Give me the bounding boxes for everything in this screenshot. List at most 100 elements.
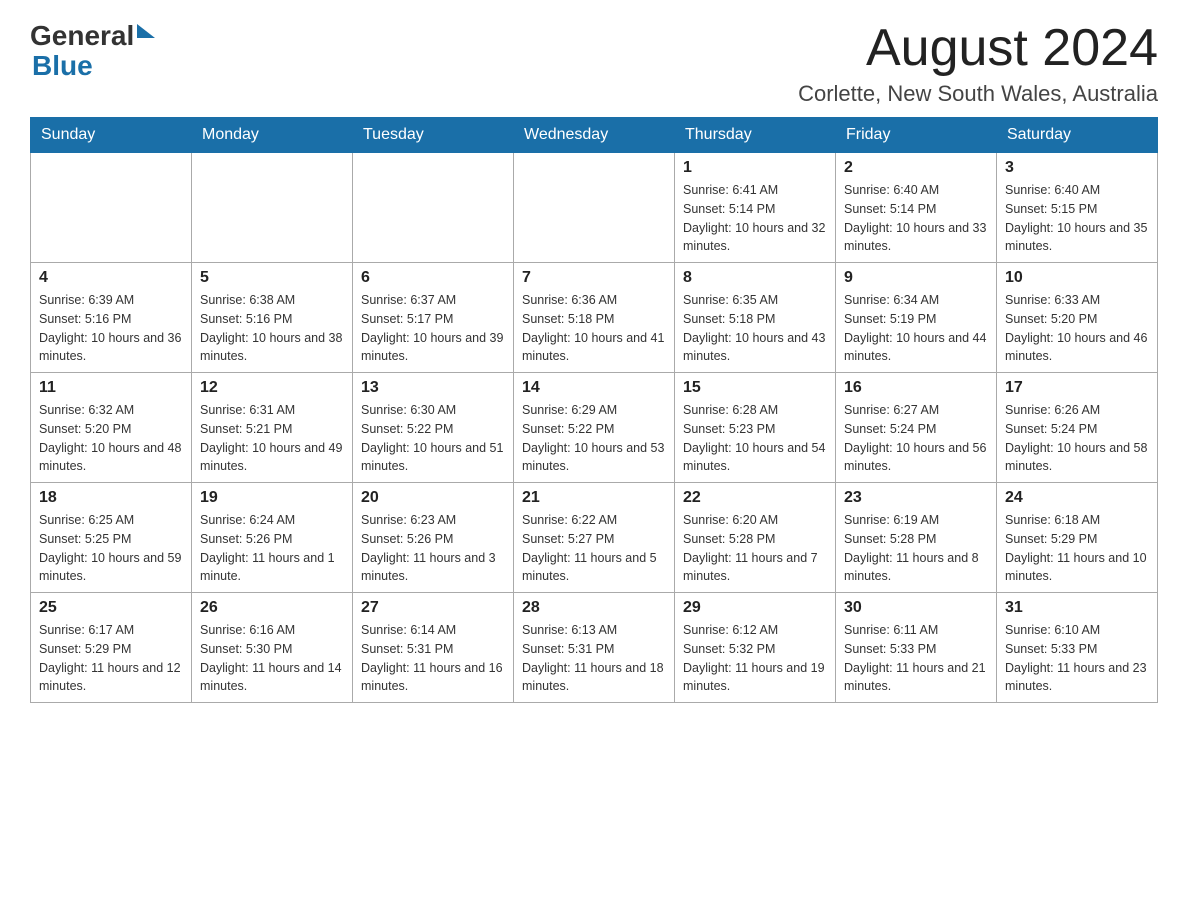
- calendar-cell: 13 Sunrise: 6:30 AMSunset: 5:22 PMDayligh…: [353, 373, 514, 483]
- day-number: 3: [1005, 159, 1149, 177]
- day-info: Sunrise: 6:29 AMSunset: 5:22 PMDaylight:…: [522, 401, 666, 476]
- day-info: Sunrise: 6:13 AMSunset: 5:31 PMDaylight:…: [522, 621, 666, 696]
- day-number: 16: [844, 379, 988, 397]
- day-number: 26: [200, 599, 344, 617]
- calendar-cell: [192, 153, 353, 263]
- day-info: Sunrise: 6:41 AMSunset: 5:14 PMDaylight:…: [683, 181, 827, 256]
- day-number: 6: [361, 269, 505, 287]
- calendar-cell: [514, 153, 675, 263]
- day-number: 18: [39, 489, 183, 507]
- day-number: 31: [1005, 599, 1149, 617]
- day-number: 11: [39, 379, 183, 397]
- day-info: Sunrise: 6:34 AMSunset: 5:19 PMDaylight:…: [844, 291, 988, 366]
- calendar-cell: 7 Sunrise: 6:36 AMSunset: 5:18 PMDaylight…: [514, 263, 675, 373]
- calendar-cell: 11 Sunrise: 6:32 AMSunset: 5:20 PMDayligh…: [31, 373, 192, 483]
- weekday-header-monday: Monday: [192, 118, 353, 153]
- calendar-cell: 23Sunrise: 6:19 AMSunset: 5:28 PMDayligh…: [836, 483, 997, 593]
- title-block: August 2024 Corlette, New South Wales, A…: [798, 20, 1158, 107]
- day-number: 27: [361, 599, 505, 617]
- calendar-cell: 19 Sunrise: 6:24 AMSunset: 5:26 PMDayligh…: [192, 483, 353, 593]
- day-info: Sunrise: 6:39 AMSunset: 5:16 PMDaylight:…: [39, 291, 183, 366]
- day-info: Sunrise: 6:32 AMSunset: 5:20 PMDaylight:…: [39, 401, 183, 476]
- day-info: Sunrise: 6:37 AMSunset: 5:17 PMDaylight:…: [361, 291, 505, 366]
- day-info: Sunrise: 6:22 AMSunset: 5:27 PMDaylight:…: [522, 511, 666, 586]
- day-info: Sunrise: 6:33 AMSunset: 5:20 PMDaylight:…: [1005, 291, 1149, 366]
- day-info: Sunrise: 6:40 AMSunset: 5:14 PMDaylight:…: [844, 181, 988, 256]
- weekday-header-wednesday: Wednesday: [514, 118, 675, 153]
- day-number: 12: [200, 379, 344, 397]
- weekday-header-tuesday: Tuesday: [353, 118, 514, 153]
- day-info: Sunrise: 6:17 AMSunset: 5:29 PMDaylight:…: [39, 621, 183, 696]
- weekday-header-saturday: Saturday: [997, 118, 1158, 153]
- day-info: Sunrise: 6:19 AMSunset: 5:28 PMDaylight:…: [844, 511, 988, 586]
- calendar-cell: 20 Sunrise: 6:23 AMSunset: 5:26 PMDayligh…: [353, 483, 514, 593]
- calendar-cell: 26 Sunrise: 6:16 AMSunset: 5:30 PMDayligh…: [192, 593, 353, 703]
- day-info: Sunrise: 6:18 AMSunset: 5:29 PMDaylight:…: [1005, 511, 1149, 586]
- day-number: 1: [683, 159, 827, 177]
- day-number: 20: [361, 489, 505, 507]
- day-number: 29: [683, 599, 827, 617]
- logo-arrow-icon: [137, 24, 155, 38]
- day-number: 8: [683, 269, 827, 287]
- day-info: Sunrise: 6:35 AMSunset: 5:18 PMDaylight:…: [683, 291, 827, 366]
- calendar-cell: 31 Sunrise: 6:10 AMSunset: 5:33 PMDayligh…: [997, 593, 1158, 703]
- day-info: Sunrise: 6:25 AMSunset: 5:25 PMDaylight:…: [39, 511, 183, 586]
- calendar-cell: 16 Sunrise: 6:27 AMSunset: 5:24 PMDayligh…: [836, 373, 997, 483]
- day-number: 17: [1005, 379, 1149, 397]
- calendar-cell: 5Sunrise: 6:38 AMSunset: 5:16 PMDaylight…: [192, 263, 353, 373]
- calendar-cell: 30 Sunrise: 6:11 AMSunset: 5:33 PMDayligh…: [836, 593, 997, 703]
- calendar-cell: [31, 153, 192, 263]
- day-info: Sunrise: 6:38 AMSunset: 5:16 PMDaylight:…: [200, 291, 344, 366]
- calendar-cell: 9Sunrise: 6:34 AMSunset: 5:19 PMDaylight…: [836, 263, 997, 373]
- calendar-cell: [353, 153, 514, 263]
- day-info: Sunrise: 6:30 AMSunset: 5:22 PMDaylight:…: [361, 401, 505, 476]
- logo-blue-text: Blue: [32, 50, 93, 82]
- calendar-cell: 18 Sunrise: 6:25 AMSunset: 5:25 PMDayligh…: [31, 483, 192, 593]
- day-number: 19: [200, 489, 344, 507]
- day-number: 21: [522, 489, 666, 507]
- day-info: Sunrise: 6:16 AMSunset: 5:30 PMDaylight:…: [200, 621, 344, 696]
- day-info: Sunrise: 6:14 AMSunset: 5:31 PMDaylight:…: [361, 621, 505, 696]
- day-number: 14: [522, 379, 666, 397]
- day-info: Sunrise: 6:24 AMSunset: 5:26 PMDaylight:…: [200, 511, 344, 586]
- calendar-cell: 29 Sunrise: 6:12 AMSunset: 5:32 PMDayligh…: [675, 593, 836, 703]
- day-number: 13: [361, 379, 505, 397]
- calendar-cell: 28Sunrise: 6:13 AMSunset: 5:31 PMDayligh…: [514, 593, 675, 703]
- logo-general-text: General: [30, 20, 134, 52]
- day-number: 4: [39, 269, 183, 287]
- location-subtitle: Corlette, New South Wales, Australia: [798, 81, 1158, 107]
- calendar-week-row: 4 Sunrise: 6:39 AMSunset: 5:16 PMDaylight…: [31, 263, 1158, 373]
- day-info: Sunrise: 6:10 AMSunset: 5:33 PMDaylight:…: [1005, 621, 1149, 696]
- day-number: 24: [1005, 489, 1149, 507]
- calendar-cell: 25 Sunrise: 6:17 AMSunset: 5:29 PMDayligh…: [31, 593, 192, 703]
- weekday-header-row: SundayMondayTuesdayWednesdayThursdayFrid…: [31, 118, 1158, 153]
- day-info: Sunrise: 6:40 AMSunset: 5:15 PMDaylight:…: [1005, 181, 1149, 256]
- day-info: Sunrise: 6:12 AMSunset: 5:32 PMDaylight:…: [683, 621, 827, 696]
- calendar-table: SundayMondayTuesdayWednesdayThursdayFrid…: [30, 117, 1158, 703]
- calendar-cell: 22Sunrise: 6:20 AMSunset: 5:28 PMDayligh…: [675, 483, 836, 593]
- day-number: 7: [522, 269, 666, 287]
- day-number: 25: [39, 599, 183, 617]
- day-number: 30: [844, 599, 988, 617]
- month-year-title: August 2024: [798, 20, 1158, 77]
- day-info: Sunrise: 6:23 AMSunset: 5:26 PMDaylight:…: [361, 511, 505, 586]
- calendar-cell: 3 Sunrise: 6:40 AMSunset: 5:15 PMDaylight…: [997, 153, 1158, 263]
- calendar-cell: 1 Sunrise: 6:41 AMSunset: 5:14 PMDaylight…: [675, 153, 836, 263]
- day-info: Sunrise: 6:11 AMSunset: 5:33 PMDaylight:…: [844, 621, 988, 696]
- calendar-cell: 12 Sunrise: 6:31 AMSunset: 5:21 PMDayligh…: [192, 373, 353, 483]
- day-info: Sunrise: 6:36 AMSunset: 5:18 PMDaylight:…: [522, 291, 666, 366]
- day-info: Sunrise: 6:20 AMSunset: 5:28 PMDaylight:…: [683, 511, 827, 586]
- calendar-week-row: 11 Sunrise: 6:32 AMSunset: 5:20 PMDayligh…: [31, 373, 1158, 483]
- calendar-cell: 8 Sunrise: 6:35 AMSunset: 5:18 PMDaylight…: [675, 263, 836, 373]
- calendar-cell: 6 Sunrise: 6:37 AMSunset: 5:17 PMDaylight…: [353, 263, 514, 373]
- calendar-cell: 4 Sunrise: 6:39 AMSunset: 5:16 PMDaylight…: [31, 263, 192, 373]
- calendar-week-row: 18 Sunrise: 6:25 AMSunset: 5:25 PMDayligh…: [31, 483, 1158, 593]
- day-info: Sunrise: 6:27 AMSunset: 5:24 PMDaylight:…: [844, 401, 988, 476]
- calendar-header: SundayMondayTuesdayWednesdayThursdayFrid…: [31, 118, 1158, 153]
- calendar-body: 1 Sunrise: 6:41 AMSunset: 5:14 PMDaylight…: [31, 153, 1158, 703]
- day-info: Sunrise: 6:31 AMSunset: 5:21 PMDaylight:…: [200, 401, 344, 476]
- weekday-header-thursday: Thursday: [675, 118, 836, 153]
- calendar-cell: 15Sunrise: 6:28 AMSunset: 5:23 PMDayligh…: [675, 373, 836, 483]
- calendar-cell: 2Sunrise: 6:40 AMSunset: 5:14 PMDaylight…: [836, 153, 997, 263]
- calendar-cell: 24 Sunrise: 6:18 AMSunset: 5:29 PMDayligh…: [997, 483, 1158, 593]
